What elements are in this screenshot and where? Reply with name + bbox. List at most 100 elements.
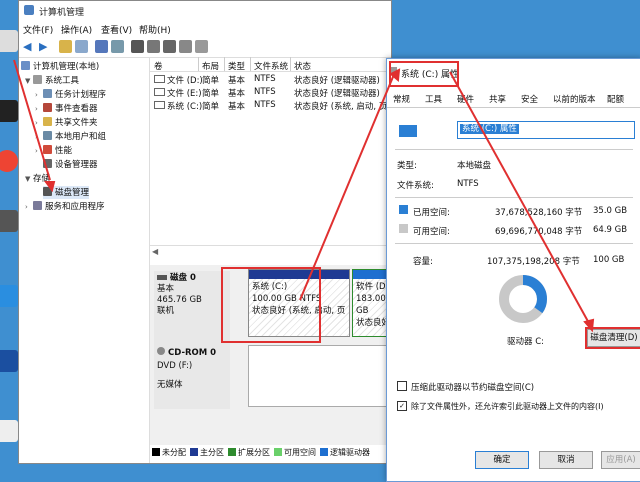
used-bytes: 37,678,528,160 字节 bbox=[495, 208, 583, 218]
tools-icon bbox=[33, 75, 42, 84]
used-gb: 35.0 GB bbox=[593, 206, 628, 216]
tree-item-event-viewer[interactable]: › 事件查看器 bbox=[35, 102, 98, 115]
chevron-right-icon[interactable]: › bbox=[35, 91, 43, 99]
desktop-icon[interactable] bbox=[0, 285, 18, 307]
type-label: 类型: bbox=[397, 161, 417, 171]
disk-0-label[interactable]: 磁盘 0 基本 465.76 GB 联机 bbox=[154, 271, 230, 345]
menu-action[interactable]: 操作(A) bbox=[61, 23, 92, 36]
chevron-right-icon[interactable]: › bbox=[35, 119, 43, 127]
scroll-left-icon[interactable]: ◀ bbox=[152, 247, 158, 256]
up-folder-icon[interactable] bbox=[59, 40, 72, 53]
forward-icon[interactable]: ▶ bbox=[39, 40, 52, 53]
cell: 简单 bbox=[202, 89, 220, 99]
tree-item-storage[interactable]: ▼ 存储 bbox=[25, 172, 50, 185]
drive-icon bbox=[399, 125, 417, 137]
menu-help[interactable]: 帮助(H) bbox=[139, 23, 171, 36]
back-icon[interactable]: ◀ bbox=[23, 40, 36, 53]
help-icon[interactable] bbox=[95, 40, 108, 53]
column-header[interactable]: 类型 bbox=[228, 60, 245, 72]
cell: 文件 (D:) bbox=[154, 74, 203, 86]
apply-button[interactable]: 应用(A) bbox=[601, 451, 640, 469]
tree-item-shared-folders[interactable]: › 共享文件夹 bbox=[35, 116, 98, 129]
tab-security[interactable]: 安全 bbox=[521, 93, 538, 105]
desktop-icon[interactable] bbox=[0, 350, 18, 372]
properties-dialog: 系统 (C:) 属性 常规 工具 硬件 共享 安全 以前的版本 配额 系统 (C… bbox=[386, 58, 640, 482]
tab-quota[interactable]: 配额 bbox=[607, 93, 624, 105]
free-gb: 64.9 GB bbox=[593, 225, 628, 235]
navigation-tree: 计算机管理(本地) ▼ 系统工具 › 任务计划程序 › 事件查看器 › 共享文件夹 › 本… bbox=[19, 57, 150, 463]
tab-general[interactable]: 常规 bbox=[393, 93, 410, 105]
column-header[interactable]: 布局 bbox=[202, 60, 219, 72]
index-label: 除了文件属性外，还允许索引此驱动器上文件的内容(I) bbox=[411, 402, 604, 411]
tab-tools[interactable]: 工具 bbox=[425, 93, 442, 105]
ok-button[interactable]: 确定 bbox=[475, 451, 529, 469]
users-icon bbox=[43, 131, 52, 140]
toolbar-icon[interactable] bbox=[147, 40, 160, 53]
shared-folder-icon bbox=[43, 117, 52, 126]
tree-item-performance[interactable]: › 性能 bbox=[35, 144, 72, 157]
toolbar-icon[interactable] bbox=[179, 40, 192, 53]
tree-item-local-users[interactable]: › 本地用户和组 bbox=[35, 130, 106, 143]
toolbar-icon[interactable] bbox=[195, 40, 208, 53]
highlight-box bbox=[585, 327, 640, 349]
tree-item-device-manager[interactable]: 设备管理器 bbox=[43, 158, 98, 171]
menu-bar: 文件(F) 操作(A) 查看(V) 帮助(H) bbox=[19, 21, 391, 37]
chevron-right-icon[interactable]: › bbox=[25, 203, 33, 211]
menu-file[interactable]: 文件(F) bbox=[23, 23, 53, 36]
drive-name-input[interactable]: 系统 (C:) 属性 bbox=[457, 121, 635, 139]
services-icon bbox=[33, 201, 42, 210]
tree-item-task-scheduler[interactable]: › 任务计划程序 bbox=[35, 88, 106, 101]
volume-list: 卷 布局 类型 文件系统 状态 文件 (D:) 简单 基本 NTFS 状态良好 … bbox=[150, 57, 396, 257]
cell: 系统 (C:) bbox=[154, 100, 202, 112]
cancel-button[interactable]: 取消 bbox=[539, 451, 593, 469]
volume-list-header: 卷 布局 类型 文件系统 状态 bbox=[150, 57, 391, 72]
cell: 简单 bbox=[202, 76, 220, 86]
cell: NTFS bbox=[254, 74, 276, 84]
legend-item: 扩展分区 bbox=[228, 447, 270, 458]
properties-icon[interactable] bbox=[111, 40, 124, 53]
cell: 文件 (E:) bbox=[154, 87, 202, 99]
chevron-down-icon[interactable]: ▼ bbox=[25, 77, 33, 85]
desktop-icon[interactable] bbox=[0, 150, 18, 172]
tree-item-services-apps[interactable]: › 服务和应用程序 bbox=[25, 200, 105, 213]
chevron-right-icon[interactable]: › bbox=[35, 133, 43, 141]
drive-label: 驱动器 C: bbox=[507, 337, 545, 347]
tree-item-system-tools[interactable]: ▼ 系统工具 bbox=[25, 74, 79, 87]
column-header[interactable]: 文件系统 bbox=[254, 60, 288, 72]
toolbar-icon[interactable] bbox=[131, 40, 144, 53]
used-color-swatch bbox=[399, 205, 408, 214]
event-viewer-icon bbox=[43, 103, 52, 112]
tree-item-disk-management[interactable]: 磁盘管理 bbox=[43, 186, 90, 199]
index-checkbox[interactable]: ✓ bbox=[397, 401, 407, 411]
cell: 状态良好 (系统, 启动, 页面 bbox=[294, 102, 396, 112]
compress-checkbox[interactable] bbox=[397, 381, 407, 391]
fs-label: 文件系统: bbox=[397, 181, 434, 191]
free-bytes: 69,696,770,048 字节 bbox=[495, 227, 583, 237]
menu-view[interactable]: 查看(V) bbox=[101, 23, 132, 36]
cdrom-label[interactable]: CD-ROM 0 DVD (F:) 无媒体 bbox=[154, 345, 230, 409]
cdrom-region[interactable] bbox=[248, 345, 400, 407]
legend-item: 可用空间 bbox=[274, 447, 316, 458]
chevron-right-icon[interactable]: › bbox=[35, 147, 43, 155]
tab-hardware[interactable]: 硬件 bbox=[457, 93, 474, 105]
column-header[interactable]: 卷 bbox=[154, 60, 163, 72]
legend-item: 主分区 bbox=[190, 447, 224, 458]
toolbar-icon[interactable] bbox=[163, 40, 176, 53]
tab-previous-versions[interactable]: 以前的版本 bbox=[553, 93, 596, 105]
chevron-right-icon[interactable]: › bbox=[35, 105, 43, 113]
fs-value: NTFS bbox=[457, 179, 479, 189]
chevron-down-icon[interactable]: ▼ bbox=[25, 175, 33, 183]
horizontal-scrollbar[interactable]: ◀ bbox=[150, 245, 391, 258]
desktop-icon[interactable] bbox=[0, 100, 18, 122]
column-header[interactable]: 状态 bbox=[294, 60, 311, 72]
desktop-icon[interactable] bbox=[0, 30, 18, 52]
desktop-icon[interactable] bbox=[0, 420, 18, 442]
cell: NTFS bbox=[254, 100, 276, 110]
show-tree-icon[interactable] bbox=[75, 40, 88, 53]
title-bar: 计算机管理 bbox=[19, 1, 391, 21]
computer-management-icon bbox=[21, 61, 30, 70]
desktop-icon[interactable] bbox=[0, 210, 18, 232]
tab-sharing[interactable]: 共享 bbox=[489, 93, 506, 105]
tree-item-computer-management[interactable]: 计算机管理(本地) bbox=[21, 60, 99, 73]
cell: 状态良好 (逻辑驱动器) bbox=[294, 76, 380, 86]
